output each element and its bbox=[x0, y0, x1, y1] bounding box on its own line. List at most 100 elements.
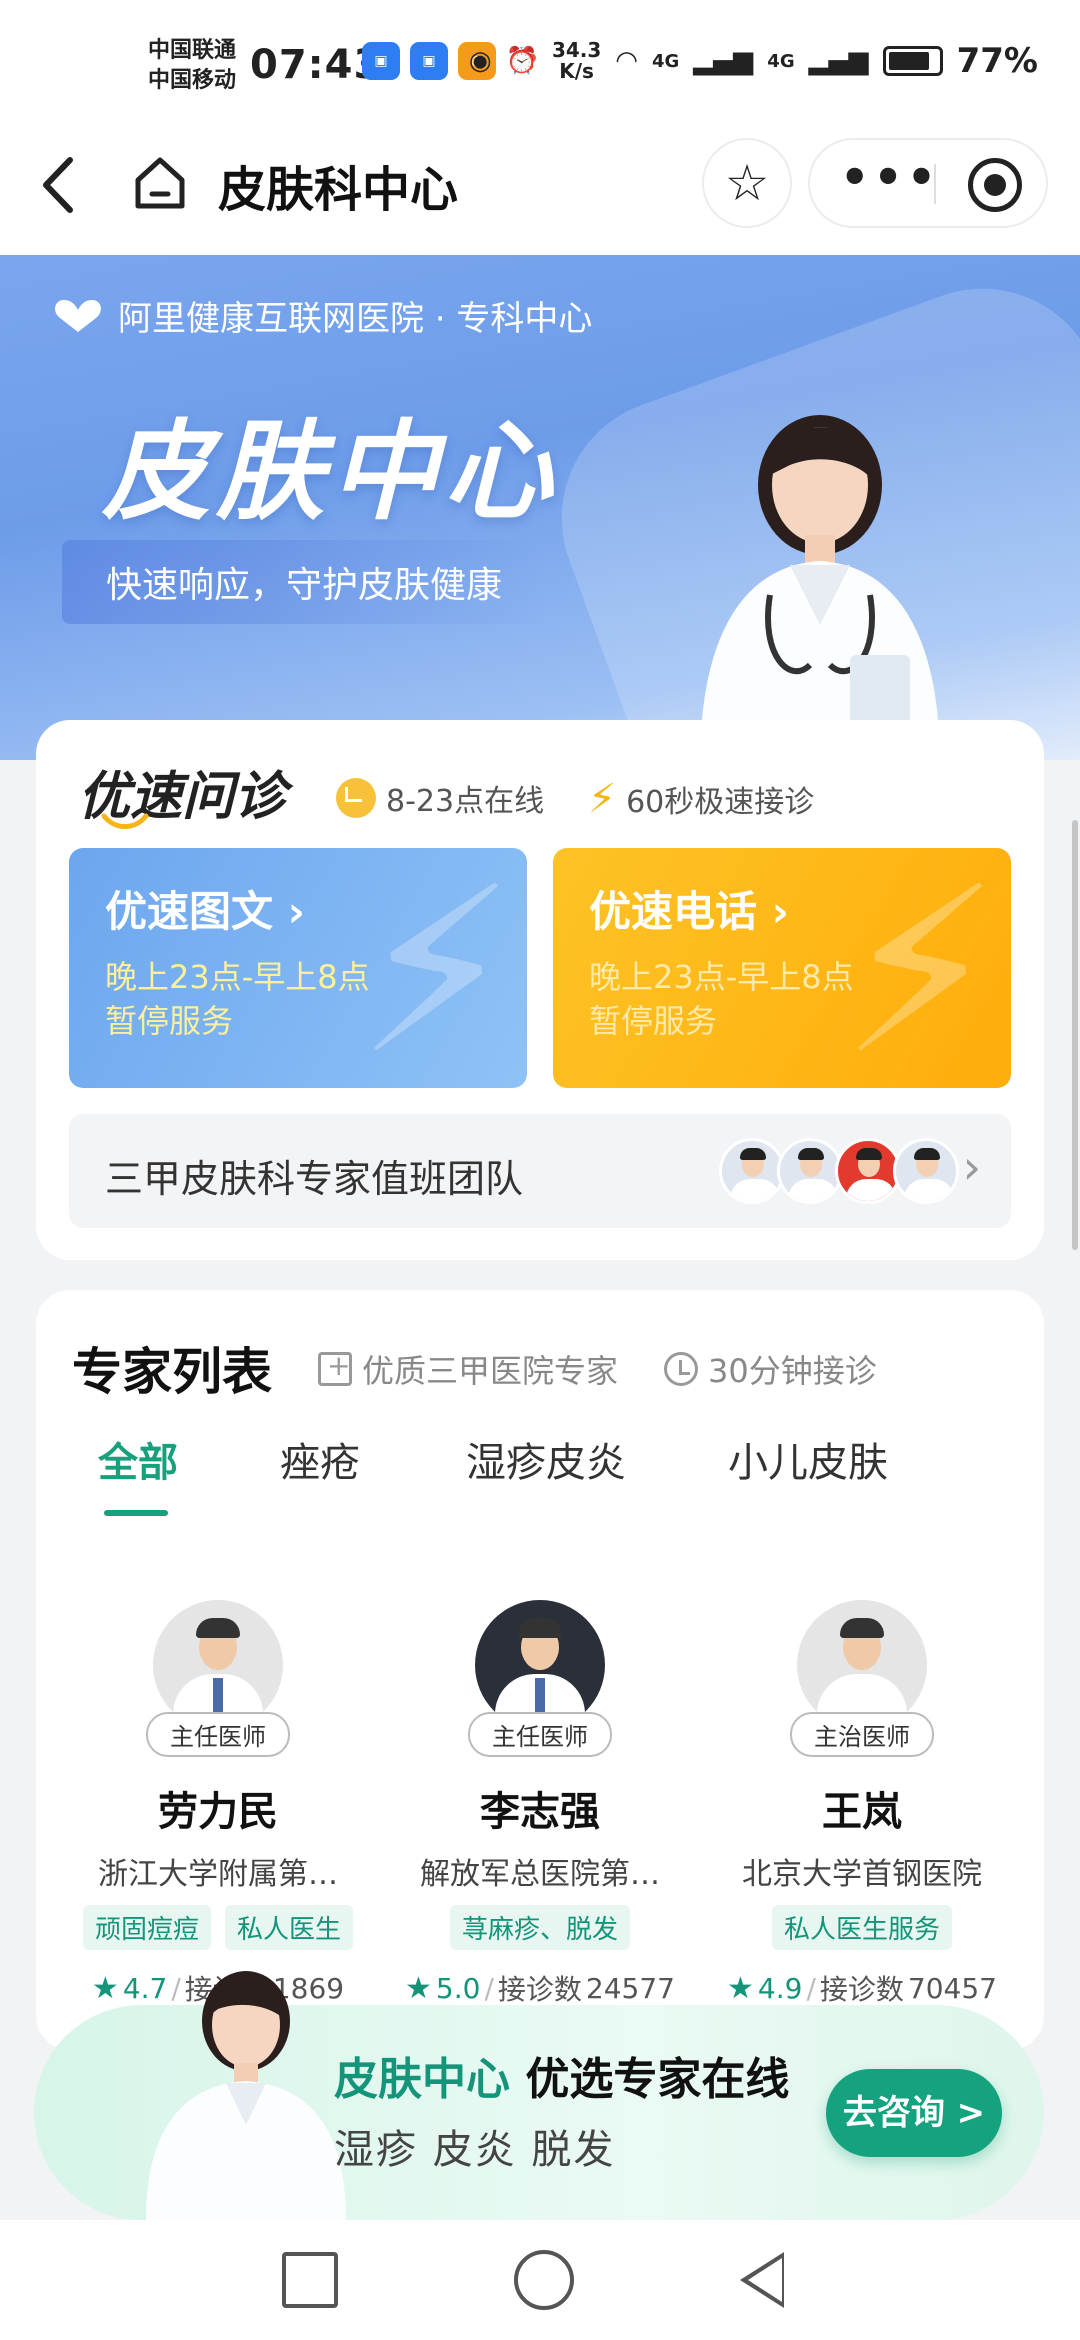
consult-label: 接诊数 bbox=[819, 1973, 904, 2006]
hospital-icon bbox=[318, 1349, 352, 1386]
back-icon[interactable] bbox=[34, 150, 84, 220]
team-label: 三甲皮肤科专家值班团队 bbox=[105, 1157, 524, 1201]
consult-count: 70457 bbox=[907, 1971, 997, 2005]
feature-hospital: 优质三甲医院专家 bbox=[318, 1346, 618, 1392]
option-title: 优速电话 › bbox=[589, 887, 789, 936]
stat-divider: / bbox=[806, 1971, 816, 2005]
home-button-icon[interactable] bbox=[514, 2250, 574, 2310]
capsule-menu: ••• bbox=[808, 138, 1048, 228]
feature-hours-text: 8-23点在线 bbox=[386, 784, 545, 819]
doctor-rating: 5.0 bbox=[435, 1971, 481, 2005]
doctor-tags: 荨麻疹、脱发 bbox=[380, 1905, 700, 1950]
star-icon: ★ bbox=[727, 1970, 754, 2006]
favorite-star-icon[interactable]: ☆ bbox=[702, 138, 792, 228]
promo-title-green: 皮肤中心 bbox=[334, 2054, 510, 2105]
team-avatars bbox=[719, 1138, 959, 1204]
more-options-icon[interactable]: ••• bbox=[840, 150, 940, 204]
tab-all[interactable]: 全部 bbox=[98, 1430, 178, 1488]
signal-icon: ▂▄▆ bbox=[693, 46, 754, 76]
doctor-tag: 顽固痘痘 bbox=[82, 1905, 211, 1950]
floating-promo-banner[interactable]: 皮肤中心 优选专家在线 湿疹 皮炎 脱发 去咨询 > bbox=[34, 1971, 1044, 2220]
doctor-tag: 私人医生 bbox=[225, 1905, 354, 1950]
tab-pediatric-skin[interactable]: 小儿皮肤 bbox=[728, 1430, 888, 1488]
feature-response-text: 30分钟接诊 bbox=[708, 1352, 877, 1390]
doctor-card[interactable]: 主任医师 李志强 解放军总医院第… 荨麻疹、脱发 ★ 5.0 / 接诊数 245… bbox=[380, 1600, 700, 2008]
feature-hours: 8-23点在线 bbox=[336, 776, 544, 820]
doctor-title-badge: 主治医师 bbox=[790, 1712, 934, 1757]
doctor-name: 李志强 bbox=[480, 1789, 600, 1835]
consult-count: 24577 bbox=[585, 1971, 675, 2005]
feature-speed-text: 60秒极速接诊 bbox=[626, 785, 815, 820]
banner-subtitle: 快速响应，守护皮肤健康 bbox=[62, 540, 547, 624]
bus-app-icon: ▣ bbox=[362, 42, 400, 80]
recent-apps-icon[interactable] bbox=[282, 2252, 338, 2308]
female-doctor-image bbox=[700, 415, 940, 760]
wifi-icon: ◠ bbox=[615, 46, 638, 76]
option-hours: 晚上23点-早上8点 bbox=[105, 958, 370, 996]
lightning-decoration-icon: ⚡ bbox=[839, 848, 1002, 1088]
promo-title-rest: 优选专家在线 bbox=[525, 2054, 790, 2105]
bus-app-icon: ▣ bbox=[410, 42, 448, 80]
net-speed: 34.3 K/s bbox=[552, 40, 601, 82]
star-icon: ★ bbox=[91, 1970, 119, 2006]
lightning-decoration-icon: ⚡ bbox=[355, 848, 518, 1088]
hospital-name: 阿里健康互联网医院 · 专科中心 bbox=[118, 299, 593, 339]
scrollbar[interactable] bbox=[1072, 820, 1078, 1250]
status-right: ◉ ⏰ 34.3 K/s ◠ 4G ▂▄▆ 4G ▂▄▆ 77% bbox=[469, 40, 1038, 82]
consult-label: 接诊数 bbox=[497, 1973, 582, 2006]
expert-list-card: 专家列表 优质三甲医院专家 30分钟接诊 全部 痤疮 湿疹皮炎 小儿皮肤 主任医… bbox=[36, 1290, 1044, 2050]
avatar bbox=[893, 1138, 959, 1204]
avatar bbox=[835, 1138, 901, 1204]
status-bar: 中国联通 中国移动 07:43 ▣ ▣ ◉ ✿ ◉ ⏰ 34.3 K/s ◠ 4… bbox=[0, 0, 1080, 120]
doctor-tag: 私人医生服务 bbox=[771, 1905, 952, 1950]
doctor-stats: ★ 5.0 / 接诊数 24577 bbox=[380, 1968, 700, 2008]
signal-label-2: 4G bbox=[767, 50, 795, 72]
doctor-card[interactable]: 主任医师 劳力民 浙江大学附属第… 顽固痘痘 私人医生 ★ 4.7 / 接诊数 … bbox=[58, 1600, 378, 2008]
clock-icon bbox=[664, 1352, 698, 1386]
tab-acne[interactable]: 痤疮 bbox=[280, 1430, 360, 1488]
capsule-divider bbox=[934, 164, 936, 204]
lightning-icon: ⚡ bbox=[588, 776, 617, 822]
net-speed-value: 34.3 bbox=[551, 38, 602, 62]
feature-hospital-text: 优质三甲医院专家 bbox=[362, 1352, 619, 1390]
feature-speed: ⚡ 60秒极速接诊 bbox=[588, 776, 814, 822]
quick-consult-card: 优速问诊 8-23点在线 ⚡ 60秒极速接诊 ⚡ 优速图文 › 晚上23点-早上… bbox=[36, 720, 1044, 1260]
doctor-name: 劳力民 bbox=[158, 1789, 278, 1835]
expert-list-title: 专家列表 bbox=[72, 1343, 272, 1401]
option-hours: 晚上23点-早上8点 bbox=[589, 958, 854, 996]
alihealth-logo-icon bbox=[55, 299, 101, 332]
promo-subtitle: 湿疹 皮炎 脱发 bbox=[334, 2127, 616, 2173]
option-status: 暂停服务 bbox=[589, 1002, 718, 1040]
signal-label-1: 4G bbox=[651, 50, 680, 72]
star-icon: ★ bbox=[405, 1970, 432, 2006]
option-status: 暂停服务 bbox=[105, 1002, 234, 1040]
net-speed-unit: K/s bbox=[559, 59, 594, 83]
carrier-2: 中国移动 bbox=[148, 68, 237, 93]
mini-app-navbar: 皮肤科中心 ☆ ••• bbox=[0, 120, 1080, 255]
banner-title: 皮肤中心 bbox=[102, 410, 559, 535]
quick-phone-consult-button[interactable]: ⚡ 优速电话 › 晚上23点-早上8点 暂停服务 bbox=[553, 848, 1011, 1088]
consult-now-button[interactable]: 去咨询 > bbox=[826, 2069, 1002, 2157]
doctor-hospital: 北京大学首钢医院 bbox=[742, 1857, 982, 1892]
battery-icon bbox=[882, 46, 943, 76]
female-doctor-image bbox=[146, 1971, 346, 2220]
tab-eczema[interactable]: 湿疹皮炎 bbox=[466, 1430, 626, 1488]
doctor-hospital: 解放军总医院第… bbox=[420, 1857, 660, 1892]
doctor-tag: 荨麻疹、脱发 bbox=[449, 1905, 630, 1950]
doctor-avatar bbox=[153, 1600, 283, 1730]
home-icon[interactable] bbox=[130, 152, 190, 212]
feature-response: 30分钟接诊 bbox=[664, 1346, 877, 1392]
smile-underline-icon bbox=[101, 813, 149, 829]
quick-text-consult-button[interactable]: ⚡ 优速图文 › 晚上23点-早上8点 暂停服务 bbox=[69, 848, 527, 1088]
active-tab-indicator bbox=[104, 1510, 168, 1516]
doctor-hospital: 浙江大学附属第… bbox=[98, 1857, 338, 1892]
doctor-avatar bbox=[475, 1600, 605, 1730]
close-miniapp-icon[interactable] bbox=[968, 158, 1022, 212]
promo-title: 皮肤中心 优选专家在线 bbox=[334, 2043, 789, 2107]
system-navigation-bar bbox=[0, 2220, 1080, 2340]
carrier-names: 中国联通 中国移动 bbox=[148, 36, 236, 96]
expert-team-row[interactable]: 三甲皮肤科专家值班团队 › bbox=[69, 1114, 1011, 1228]
stat-divider: / bbox=[484, 1971, 494, 2005]
doctor-card[interactable]: 主治医师 王岚 北京大学首钢医院 私人医生服务 ★ 4.9 / 接诊数 7045… bbox=[702, 1600, 1022, 2008]
back-triangle-icon[interactable] bbox=[740, 2252, 784, 2308]
